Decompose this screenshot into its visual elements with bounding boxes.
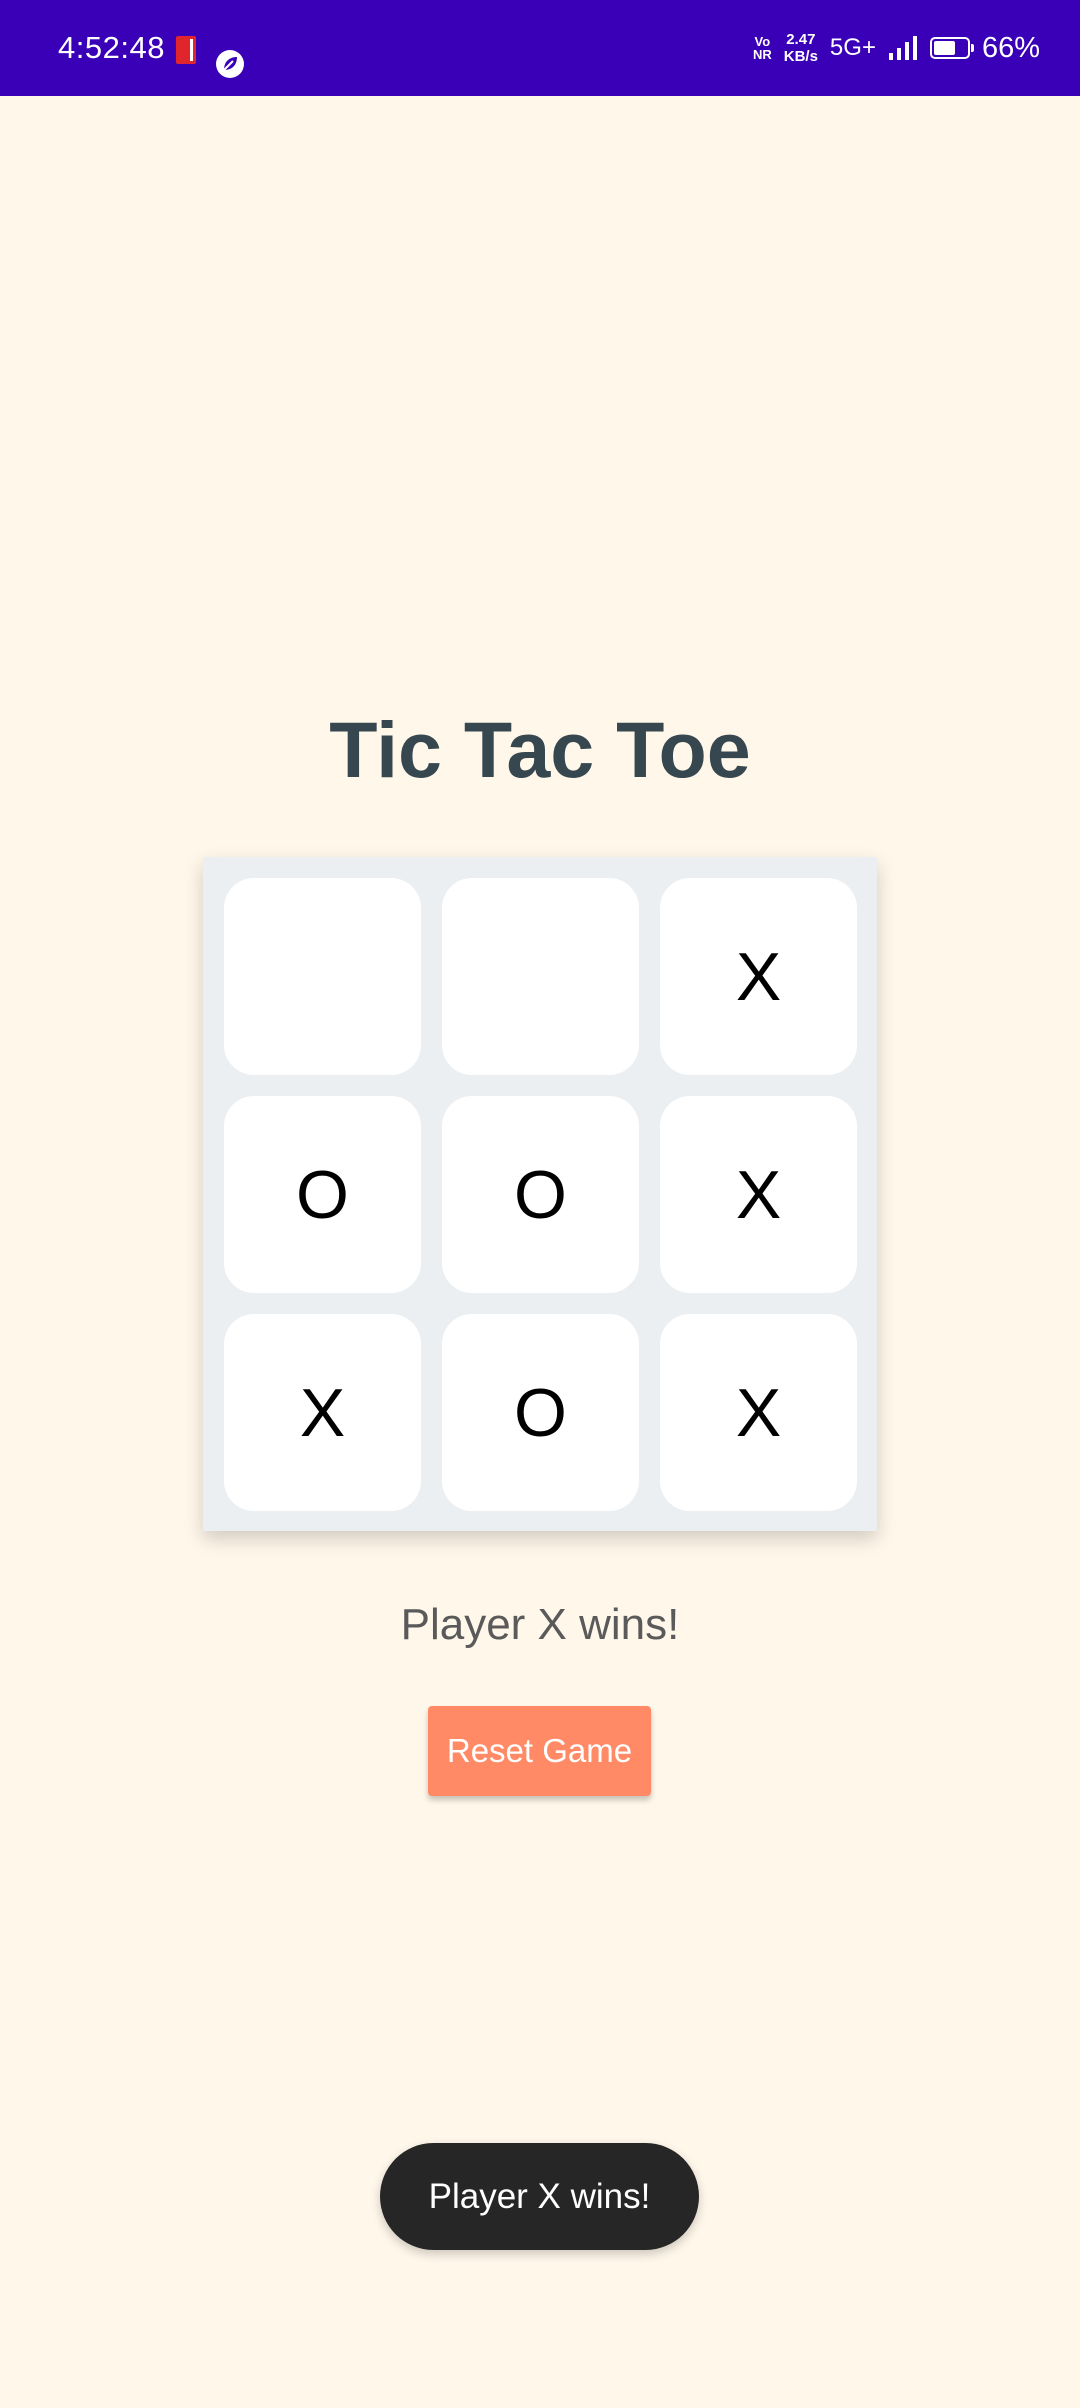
board-cell-2[interactable]: X <box>660 878 857 1075</box>
battery-percent: 66% <box>981 31 1040 64</box>
game-board: X O O X X O X <box>203 857 877 1531</box>
battery-level-fill <box>933 41 956 55</box>
board-cell-4[interactable]: O <box>442 1096 639 1293</box>
leaf-notification-icon <box>216 50 244 78</box>
board-cell-3[interactable]: O <box>224 1096 421 1293</box>
board-cell-1[interactable] <box>442 878 639 1075</box>
vonr-indicator: Vo NR <box>752 34 772 62</box>
book-notification-icon <box>176 36 196 64</box>
network-type: 5G+ <box>829 34 876 61</box>
board-cell-7[interactable]: O <box>442 1314 639 1511</box>
reset-game-button[interactable]: Reset Game <box>428 1706 651 1796</box>
board-cell-0[interactable] <box>224 878 421 1075</box>
status-bar: 4:52:48 Vo NR 2.47 KB/s 5G+ 66% <box>0 0 1080 96</box>
status-right-icons: Vo NR 2.47 KB/s 5G+ 66% <box>753 0 1040 96</box>
board-cell-8[interactable]: X <box>660 1314 857 1511</box>
status-time: 4:52:48 <box>58 30 165 65</box>
signal-icon <box>888 36 917 60</box>
board-cell-6[interactable]: X <box>224 1314 421 1511</box>
page-title: Tic Tac Toe <box>329 705 751 794</box>
toast-message: Player X wins! <box>380 2143 699 2250</box>
board-cell-5[interactable]: X <box>660 1096 857 1293</box>
network-speed: 2.47 KB/s <box>783 31 818 65</box>
battery-icon <box>929 37 974 59</box>
game-status-text: Player X wins! <box>400 1600 680 1649</box>
